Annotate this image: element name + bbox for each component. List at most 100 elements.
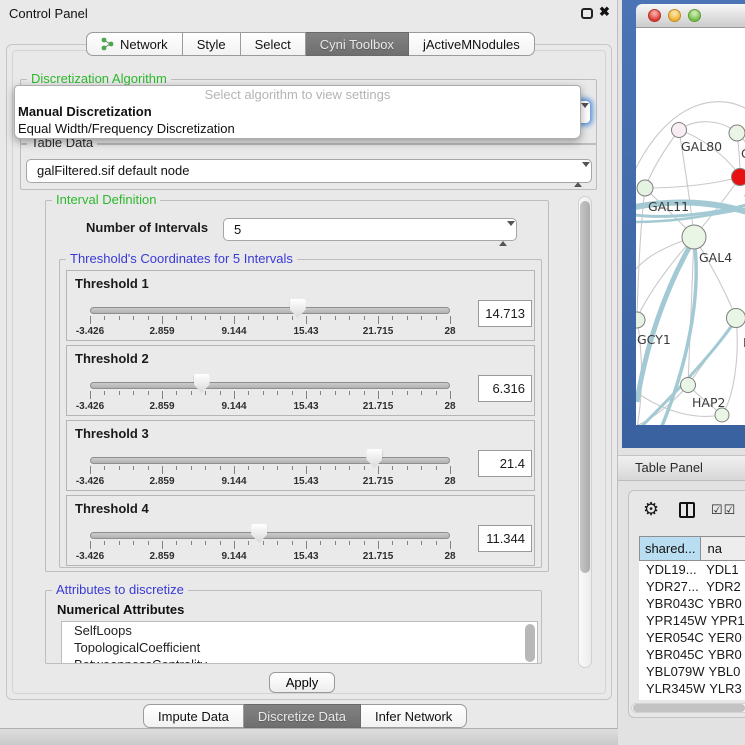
table-panel-header[interactable]: Table Panel: [618, 455, 745, 481]
tick-mark: [248, 466, 249, 470]
close-traffic-light[interactable]: [648, 9, 661, 22]
table-row[interactable]: YER054CYER0: [639, 629, 745, 646]
cell-name[interactable]: YBR0: [704, 595, 745, 612]
column-header-name[interactable]: na: [701, 536, 745, 561]
minimize-traffic-light[interactable]: [668, 9, 681, 22]
float-window-icon[interactable]: [581, 8, 593, 19]
tick-mark: [320, 391, 321, 395]
slider-track[interactable]: [90, 532, 450, 539]
dropdown-item-manual-discretization[interactable]: Manual Discretization: [15, 103, 580, 120]
tick-mark: [176, 466, 177, 470]
tick-mark: [421, 541, 422, 545]
cell-name[interactable]: YDR2: [702, 578, 745, 595]
cell-shared-name[interactable]: YDL19...: [639, 561, 702, 578]
node-right-mid[interactable]: [727, 309, 745, 328]
gear-icon[interactable]: ⚙: [643, 499, 659, 520]
tick-label: 21.715: [348, 326, 408, 337]
table-row[interactable]: YLR345WYLR3: [639, 680, 745, 697]
node-top-right[interactable]: [729, 125, 745, 141]
split-columns-icon[interactable]: [679, 502, 695, 518]
tick-label: -3.426: [60, 401, 120, 412]
split-divider: [686, 504, 688, 516]
slider-track[interactable]: [90, 382, 450, 389]
tab-infer-network[interactable]: Infer Network: [361, 704, 467, 728]
tick-label: 28: [420, 401, 480, 412]
tab-impute-data[interactable]: Impute Data: [143, 704, 244, 728]
tick-label: 15.43: [276, 551, 336, 562]
cell-shared-name[interactable]: YIL052C: [639, 697, 702, 700]
node-gal80[interactable]: [672, 123, 687, 138]
cell-name[interactable]: YLR3: [705, 680, 745, 697]
slider-track[interactable]: [90, 307, 450, 314]
attribute-item[interactable]: BetweennessCentrality: [62, 656, 537, 664]
table-header-row: shared... na: [639, 536, 745, 561]
settings-vertical-scrollbar[interactable]: [578, 196, 592, 668]
table-row[interactable]: YBR045CYBR0: [639, 646, 745, 663]
tick-mark: [248, 316, 249, 320]
number-of-intervals-combobox[interactable]: 5: [223, 218, 517, 241]
tab-jactivemnodules[interactable]: jActiveMNodules: [409, 32, 535, 56]
scrollbar-thumb[interactable]: [580, 201, 590, 573]
column-header-shared-name[interactable]: shared...: [639, 536, 701, 561]
cell-shared-name[interactable]: YLR345W: [639, 680, 705, 697]
threshold-4-block: Threshold 4 -3.4262.8599.14415.4321.7152…: [66, 495, 535, 566]
cell-shared-name[interactable]: YPR145W: [639, 612, 707, 629]
combo-arrows-icon: [499, 223, 508, 245]
close-icon[interactable]: ✖: [599, 4, 610, 20]
scrollbar-thumb[interactable]: [633, 704, 745, 712]
cell-shared-name[interactable]: YDR27...: [639, 578, 702, 595]
node-selected-red[interactable]: [732, 169, 745, 186]
network-window-titlebar[interactable]: [636, 4, 745, 28]
node-gcy1[interactable]: [636, 312, 645, 328]
node-gal11[interactable]: [637, 180, 653, 196]
tab-discretize-data[interactable]: Discretize Data: [244, 704, 361, 728]
table-row[interactable]: YDR27...YDR2: [639, 578, 745, 595]
threshold-value-field[interactable]: 11.344: [478, 525, 532, 552]
threshold-value-field[interactable]: 6.316: [478, 375, 532, 402]
network-edge[interactable]: [679, 122, 737, 133]
network-node-label: GAL4: [699, 250, 732, 265]
tab-network[interactable]: Network: [86, 32, 183, 56]
tick-label: 21.715: [348, 401, 408, 412]
table-row[interactable]: YBR043CYBR0: [639, 595, 745, 612]
table-row[interactable]: YDL19...YDL1: [639, 561, 745, 578]
cell-shared-name[interactable]: YER054C: [639, 629, 704, 646]
network-edge[interactable]: [645, 177, 740, 188]
table-horizontal-scrollbar[interactable]: [631, 703, 745, 713]
node-bottom[interactable]: [715, 408, 729, 422]
network-canvas[interactable]: GAL80GCGAL11GAL4GCY1HHAP2: [636, 28, 745, 425]
cell-name[interactable]: YBL0: [705, 663, 745, 680]
tab-select[interactable]: Select: [241, 32, 306, 56]
table-row[interactable]: YBL079WYBL0: [639, 663, 745, 680]
table-row[interactable]: YIL052CYIL0: [639, 697, 745, 700]
node-hap2[interactable]: [681, 378, 696, 393]
attribute-item[interactable]: TopologicalCoefficient: [62, 639, 537, 656]
cell-name[interactable]: YIL0: [702, 697, 745, 700]
tab-style[interactable]: Style: [183, 32, 241, 56]
cell-shared-name[interactable]: YBR045C: [639, 646, 704, 663]
attribute-item[interactable]: SelfLoops: [62, 622, 537, 639]
cell-shared-name[interactable]: YBR043C: [639, 595, 704, 612]
zoom-traffic-light[interactable]: [688, 9, 701, 22]
cell-name[interactable]: YPR1: [707, 612, 745, 629]
threshold-value-field[interactable]: 21.4: [478, 450, 532, 477]
network-edge[interactable]: [645, 130, 679, 188]
table-row[interactable]: YPR145WYPR1: [639, 612, 745, 629]
checked-checkbox-icons[interactable]: ☑☑: [711, 502, 736, 518]
dropdown-item-equal-width-frequency[interactable]: Equal Width/Frequency Discretization: [15, 120, 580, 137]
network-edge[interactable]: [636, 102, 745, 172]
tick-label: -3.426: [60, 551, 120, 562]
table-data-combobox[interactable]: galFiltered.sif default node: [26, 159, 592, 183]
cell-name[interactable]: YBR0: [704, 646, 745, 663]
node-gal4[interactable]: [682, 225, 706, 249]
apply-button[interactable]: Apply: [269, 672, 335, 693]
cell-shared-name[interactable]: YBL079W: [639, 663, 705, 680]
right-region: GAL80GCGAL11GAL4GCY1HHAP2 Table Panel ⚙ …: [618, 0, 745, 745]
cell-name[interactable]: YER0: [704, 629, 745, 646]
threshold-value-field[interactable]: 14.713: [478, 300, 532, 327]
tab-cyni-toolbox[interactable]: Cyni Toolbox: [306, 32, 409, 56]
slider-track[interactable]: [90, 457, 450, 464]
cell-name[interactable]: YDL1: [702, 561, 745, 578]
list-scrollbar-thumb[interactable]: [525, 624, 535, 662]
tick-label: 2.859: [132, 551, 192, 562]
